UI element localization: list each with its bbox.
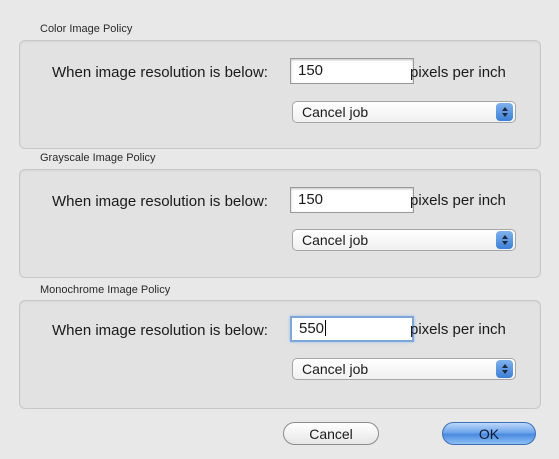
- monochrome-resolution-label: When image resolution is below:: [52, 322, 268, 339]
- text-caret: [325, 320, 327, 336]
- color-action-select[interactable]: Cancel job: [292, 101, 516, 123]
- monochrome-action-value: Cancel job: [302, 361, 369, 377]
- monochrome-unit-label: pixels per inch: [410, 321, 506, 338]
- cancel-button[interactable]: Cancel: [283, 422, 379, 445]
- grayscale-action-select[interactable]: Cancel job: [292, 229, 516, 251]
- monochrome-policy-title: Monochrome Image Policy: [40, 284, 171, 296]
- grayscale-action-value: Cancel job: [302, 232, 369, 248]
- monochrome-action-select[interactable]: Cancel job: [292, 358, 516, 380]
- color-policy-group: [19, 40, 541, 149]
- ok-button[interactable]: OK: [442, 422, 536, 445]
- monochrome-resolution-value: 550: [299, 320, 325, 337]
- grayscale-policy-title: Grayscale Image Policy: [40, 152, 156, 164]
- up-down-arrows-icon: [496, 103, 513, 121]
- up-down-arrows-icon: [496, 360, 513, 378]
- up-down-arrows-icon: [496, 231, 513, 249]
- color-unit-label: pixels per inch: [410, 64, 506, 81]
- color-action-value: Cancel job: [302, 104, 369, 120]
- color-resolution-field[interactable]: 150: [290, 58, 414, 84]
- grayscale-policy-group: [19, 169, 541, 278]
- color-resolution-label: When image resolution is below:: [52, 64, 268, 81]
- monochrome-policy-group: [19, 300, 541, 409]
- grayscale-unit-label: pixels per inch: [410, 192, 506, 209]
- grayscale-resolution-label: When image resolution is below:: [52, 193, 268, 210]
- grayscale-resolution-field[interactable]: 150: [290, 187, 414, 213]
- color-policy-title: Color Image Policy: [40, 23, 133, 35]
- monochrome-resolution-field[interactable]: 550: [290, 316, 414, 342]
